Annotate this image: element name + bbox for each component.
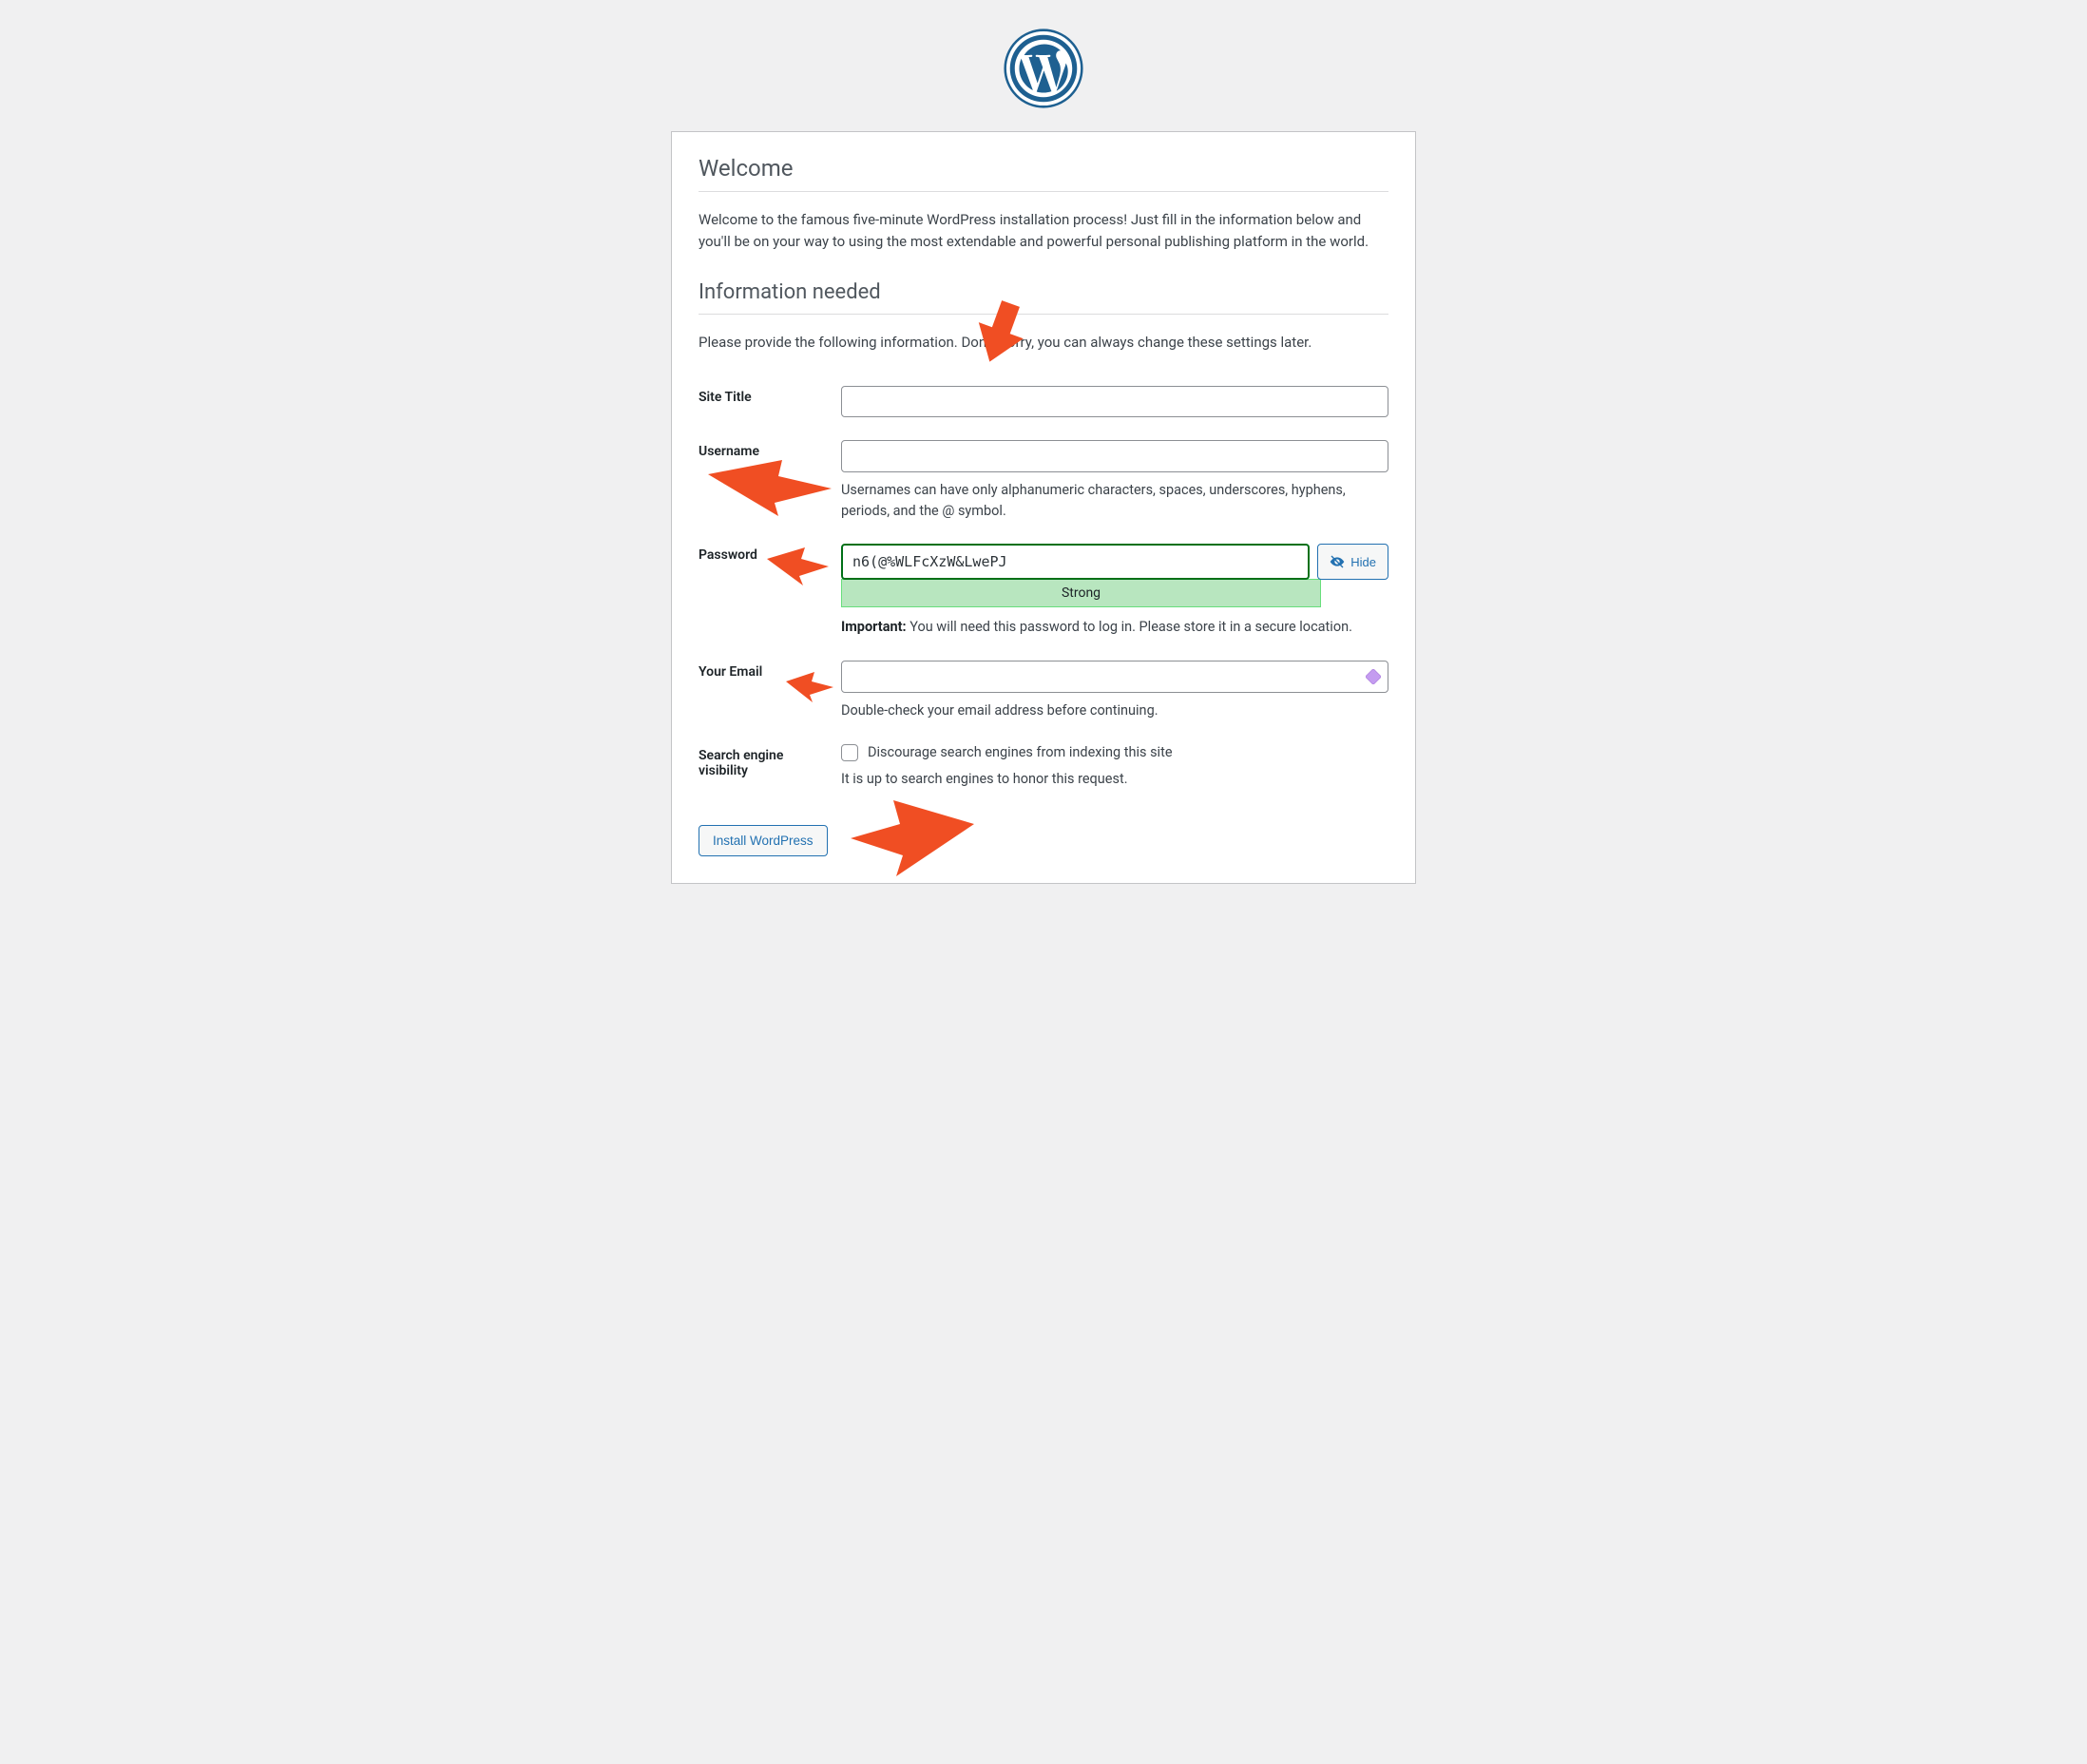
password-strength-meter: Strong [841, 579, 1321, 607]
eye-slash-icon [1330, 554, 1345, 569]
annotation-arrow-icon [767, 547, 829, 585]
sev-label: Search engine visibility [699, 733, 841, 798]
info-needed-subtext: Please provide the following information… [699, 332, 1388, 354]
wordpress-icon [1004, 29, 1083, 108]
annotation-arrow-icon [708, 455, 832, 522]
username-label: Username [699, 444, 759, 459]
hide-password-button[interactable]: Hide [1317, 544, 1388, 580]
password-label: Password [699, 547, 757, 563]
password-important-note: Important: You will need this password t… [841, 617, 1388, 638]
site-title-input[interactable] [841, 386, 1388, 418]
email-label: Your Email [699, 664, 762, 680]
password-input[interactable] [841, 544, 1310, 580]
install-panel: Welcome Welcome to the famous five-minut… [671, 131, 1416, 884]
email-hint: Double-check your email address before c… [841, 700, 1388, 721]
sev-checkbox[interactable] [841, 744, 858, 761]
annotation-arrow-icon [851, 800, 974, 876]
username-hint: Usernames can have only alphanumeric cha… [841, 480, 1388, 522]
site-title-label: Site Title [699, 374, 841, 430]
install-wordpress-button[interactable]: Install WordPress [699, 825, 828, 856]
hide-button-label: Hide [1350, 555, 1376, 569]
sev-checkbox-label: Discourage search engines from indexing … [868, 744, 1173, 760]
wordpress-logo [0, 19, 2087, 131]
email-input[interactable] [841, 661, 1388, 693]
welcome-intro-text: Welcome to the famous five-minute WordPr… [699, 209, 1388, 254]
annotation-arrow-icon [786, 672, 833, 702]
username-input[interactable] [841, 440, 1388, 472]
info-needed-heading: Information needed [699, 280, 1388, 315]
sev-note: It is up to search engines to honor this… [841, 771, 1388, 787]
welcome-heading: Welcome [699, 155, 1388, 192]
autofill-diamond-icon [1366, 669, 1381, 684]
